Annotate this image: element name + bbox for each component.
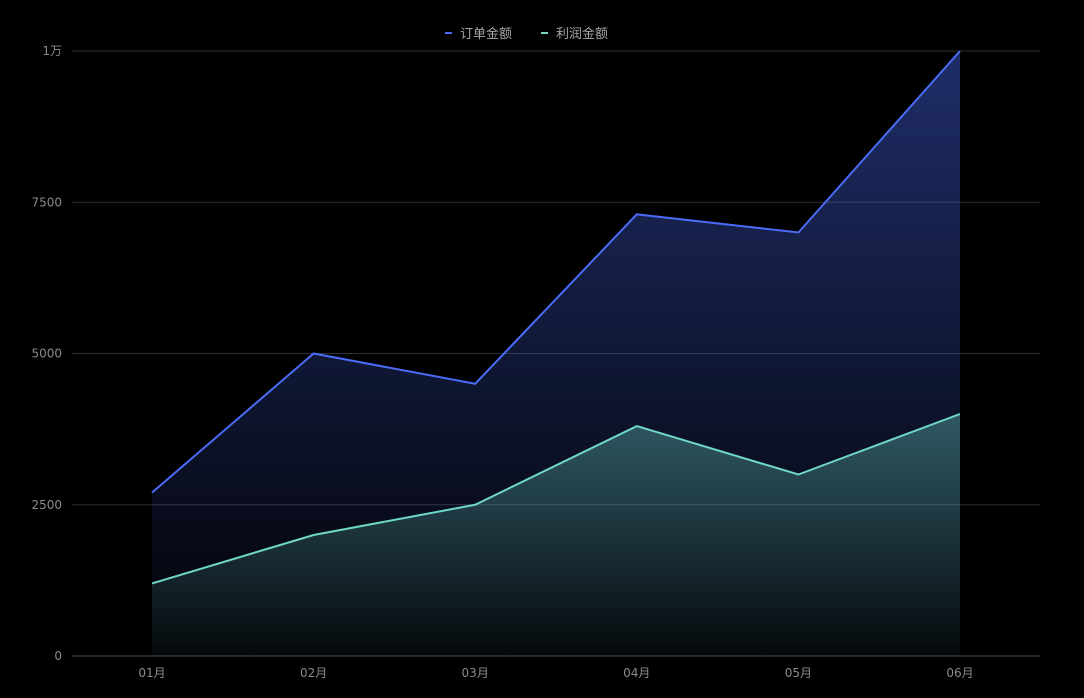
x-axis: 01月 02月 03月 04月 05月 06月 [138, 666, 973, 680]
x-tick-label: 05月 [785, 666, 812, 680]
y-tick-label: 1万 [42, 44, 62, 58]
y-axis: 0 2500 5000 7500 1万 [31, 44, 62, 663]
y-tick-label: 2500 [31, 498, 62, 512]
x-tick-label: 06月 [946, 666, 973, 680]
x-tick-label: 04月 [623, 666, 650, 680]
legend-label: 订单金额 [460, 26, 512, 42]
legend-swatch [541, 32, 548, 34]
legend-item-profit-amount[interactable]: 利润金额 [541, 26, 608, 42]
y-tick-label: 7500 [31, 195, 62, 209]
x-tick-label: 02月 [300, 666, 327, 680]
x-tick-label: 03月 [462, 666, 489, 680]
legend[interactable]: 订单金额 利润金额 [445, 26, 608, 42]
x-tick-label: 01月 [138, 666, 165, 680]
legend-swatch [445, 32, 452, 34]
area-chart: 0 2500 5000 7500 1万 01月 02月 03月 04月 05月 06月 订单金额 利… [31, 26, 1040, 680]
y-tick-label: 5000 [31, 347, 62, 361]
legend-label: 利润金额 [556, 26, 608, 42]
y-tick-label: 0 [54, 649, 62, 663]
legend-item-order-amount[interactable]: 订单金额 [445, 26, 512, 42]
